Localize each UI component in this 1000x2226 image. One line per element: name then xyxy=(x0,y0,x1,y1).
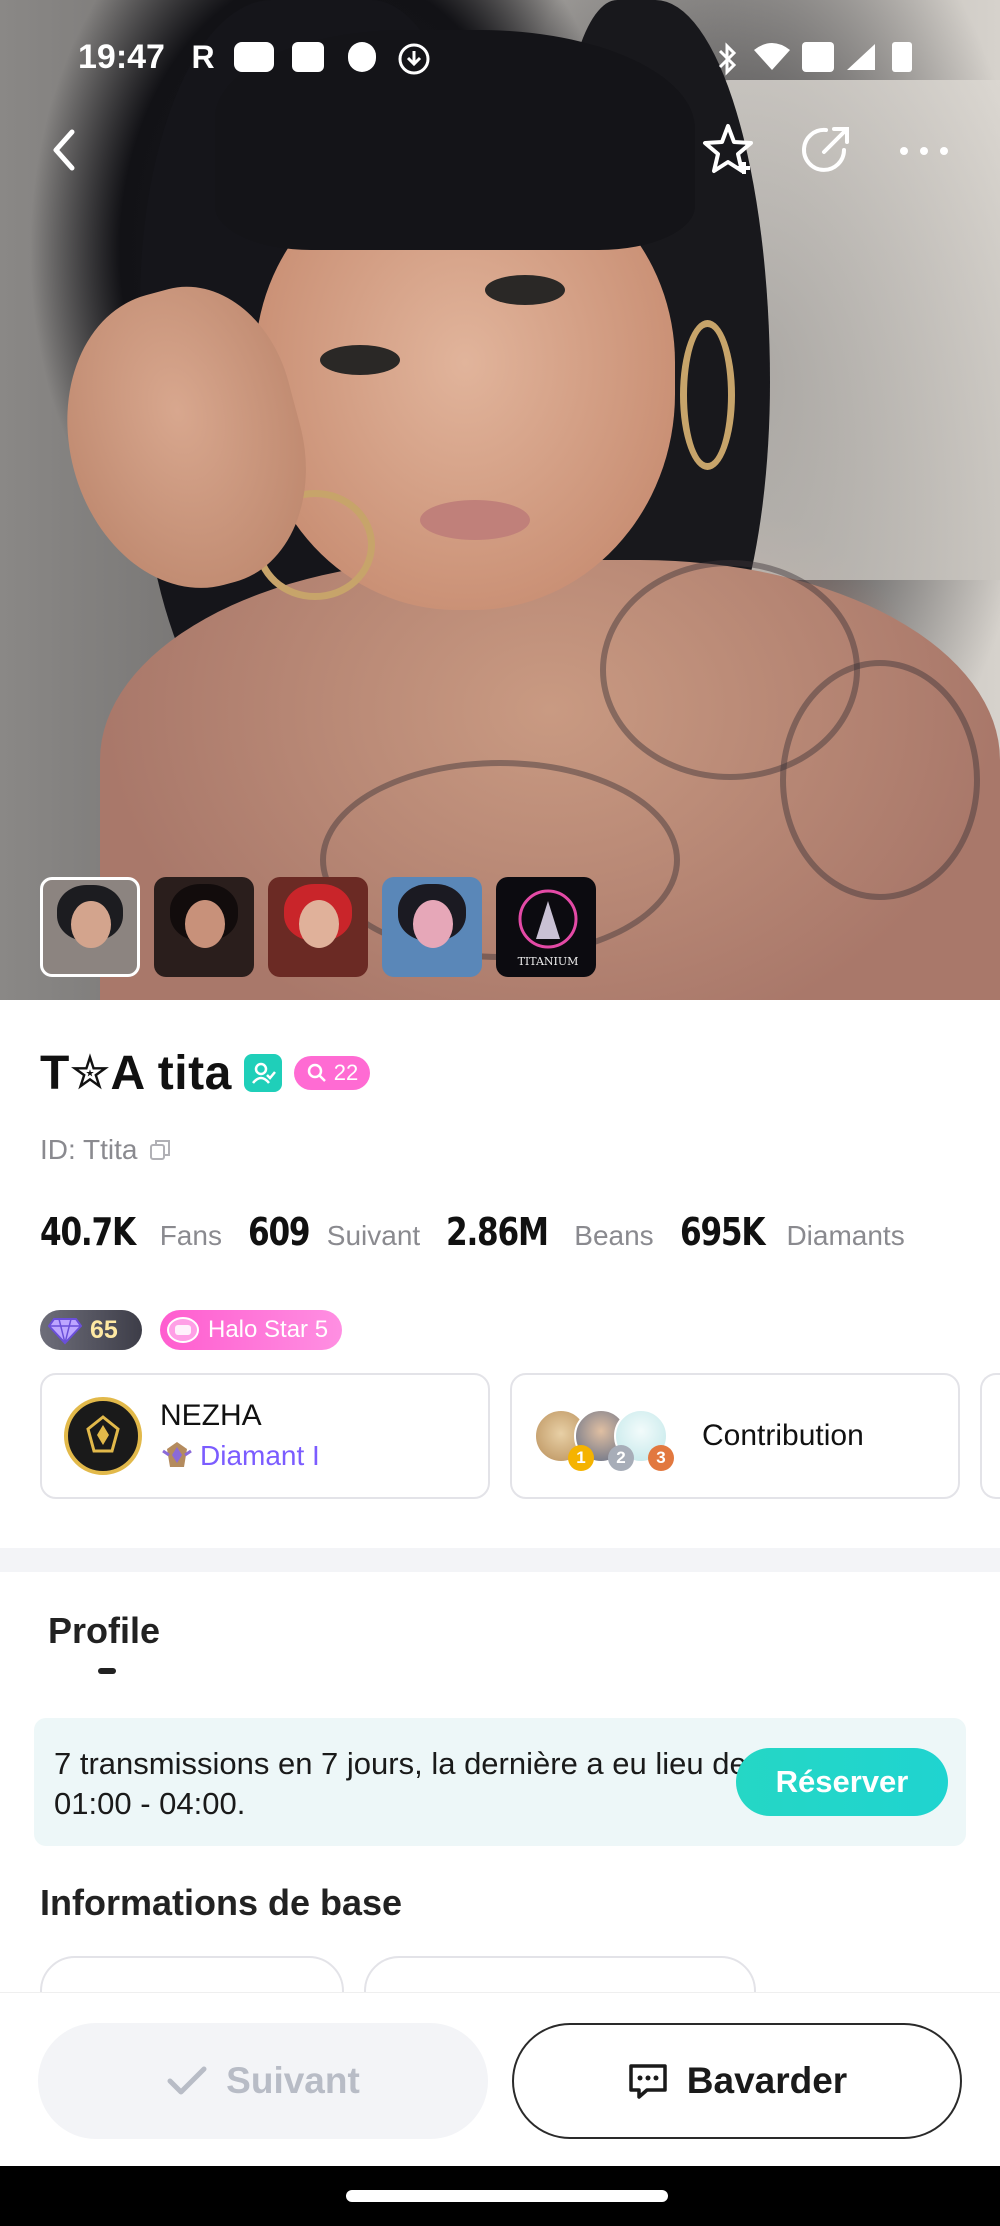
star-add-icon xyxy=(703,124,753,174)
profile-stats: 40.7K Fans 609 Suivant 2.86M Beans 695K … xyxy=(40,1210,917,1254)
halo-star-label: Halo Star 5 xyxy=(208,1316,329,1343)
basic-info-title: Informations de base xyxy=(40,1882,403,1923)
agency-logo xyxy=(64,1397,142,1475)
broadcast-notice: 7 transmissions en 7 jours, la dernière … xyxy=(34,1718,966,1846)
following-count[interactable]: 609 xyxy=(248,1210,311,1254)
beans-label[interactable]: Beans xyxy=(574,1220,653,1252)
chat-icon xyxy=(629,2064,667,2099)
profile-name-row: T✮A tita 22 xyxy=(40,1045,371,1101)
thumbnail-photo-2[interactable] xyxy=(154,877,254,977)
check-icon xyxy=(167,2066,207,2095)
agency-name: NEZHA xyxy=(160,1399,262,1432)
halo-icon xyxy=(167,1317,199,1343)
chat-button[interactable]: Bavarder xyxy=(512,2023,962,2139)
system-navigation-bar xyxy=(0,2166,1000,2226)
r-app-icon: R xyxy=(191,39,215,75)
thumbnail-photo-3[interactable] xyxy=(268,877,368,977)
download-icon xyxy=(397,42,431,75)
rank-badge: 3 xyxy=(648,1445,674,1471)
follow-button-label: Suivant xyxy=(226,2060,360,2101)
info-cards: NEZHA Diamant I 1 2 3 Contribution xyxy=(40,1373,1000,1499)
status-bar: 19:47 R xyxy=(0,0,1000,116)
fans-count[interactable]: 40.7K xyxy=(40,1210,136,1254)
more-icon xyxy=(900,147,948,155)
rank-badge: 1 xyxy=(568,1445,594,1471)
photo-thumbnails: TITANIUM xyxy=(40,877,596,977)
verified-badge xyxy=(243,1054,282,1092)
profile-id: ID: Ttita xyxy=(40,1134,138,1165)
badges-row: 65 Halo Star 5 xyxy=(40,1310,343,1350)
diamond-icon xyxy=(48,1318,82,1345)
wifi-icon xyxy=(752,42,792,72)
youtube-icon xyxy=(234,42,274,72)
bottom-action-bar: Suivant Bavarder xyxy=(0,1992,1000,2166)
tab-indicator xyxy=(98,1668,116,1674)
following-label[interactable]: Suivant xyxy=(327,1220,420,1252)
more-button[interactable] xyxy=(894,120,954,180)
reserve-button[interactable]: Réserver xyxy=(736,1748,948,1816)
agency-card[interactable]: NEZHA Diamant I xyxy=(40,1373,490,1499)
chat-button-label: Bavarder xyxy=(686,2060,848,2101)
contribution-label: Contribution xyxy=(702,1419,864,1452)
signal-icon xyxy=(844,42,878,72)
favorite-button[interactable] xyxy=(698,120,758,180)
diamond-tier-icon xyxy=(162,1442,192,1467)
fans-label[interactable]: Fans xyxy=(160,1220,222,1252)
bluetooth-icon xyxy=(710,42,744,76)
status-time: 19:47 xyxy=(78,38,165,76)
thumbnail-photo-5[interactable]: TITANIUM xyxy=(496,877,596,977)
battery-icon xyxy=(892,42,912,72)
profile-id-row[interactable]: ID: Ttita xyxy=(40,1134,172,1166)
halo-star-badge[interactable]: Halo Star 5 xyxy=(160,1310,343,1350)
thumbnail-caption: TITANIUM xyxy=(517,955,579,968)
share-button[interactable] xyxy=(796,120,856,180)
diamond-level-value: 65 xyxy=(90,1315,118,1344)
more-card[interactable] xyxy=(980,1373,1000,1499)
user-level-badge: 22 xyxy=(293,1056,371,1090)
back-button[interactable] xyxy=(36,120,96,180)
beans-count[interactable]: 2.86M xyxy=(446,1210,549,1254)
share-icon xyxy=(802,127,849,172)
verified-user-icon xyxy=(251,1062,276,1084)
copy-icon[interactable] xyxy=(148,1138,172,1162)
follow-button[interactable]: Suivant xyxy=(38,2023,488,2139)
top-contributors: 1 2 3 xyxy=(534,1401,684,1471)
diamonds-label[interactable]: Diamants xyxy=(786,1220,904,1252)
volte-icon xyxy=(802,42,834,72)
back-icon xyxy=(53,129,75,171)
home-gesture-handle[interactable] xyxy=(346,2190,668,2202)
section-divider xyxy=(0,1548,1000,1572)
contribution-card[interactable]: 1 2 3 Contribution xyxy=(510,1373,960,1499)
agency-tier: Diamant I xyxy=(200,1440,320,1471)
cloud-icon xyxy=(348,42,376,72)
level-icon xyxy=(307,1063,326,1082)
diamond-level-badge[interactable]: 65 xyxy=(40,1310,142,1350)
rank-badge: 2 xyxy=(608,1445,634,1471)
tab-profile[interactable]: Profile xyxy=(48,1610,160,1652)
profile-name: T✮A tita xyxy=(40,1047,232,1100)
broadcast-notice-text: 7 transmissions en 7 jours, la dernière … xyxy=(54,1746,747,1821)
user-level-value: 22 xyxy=(333,1060,359,1085)
nezha-logo-icon xyxy=(86,1415,120,1453)
uniqlo-icon xyxy=(292,42,324,72)
thumbnail-photo-1[interactable] xyxy=(40,877,140,977)
thumbnail-photo-4[interactable] xyxy=(382,877,482,977)
diamonds-count[interactable]: 695K xyxy=(680,1210,766,1254)
